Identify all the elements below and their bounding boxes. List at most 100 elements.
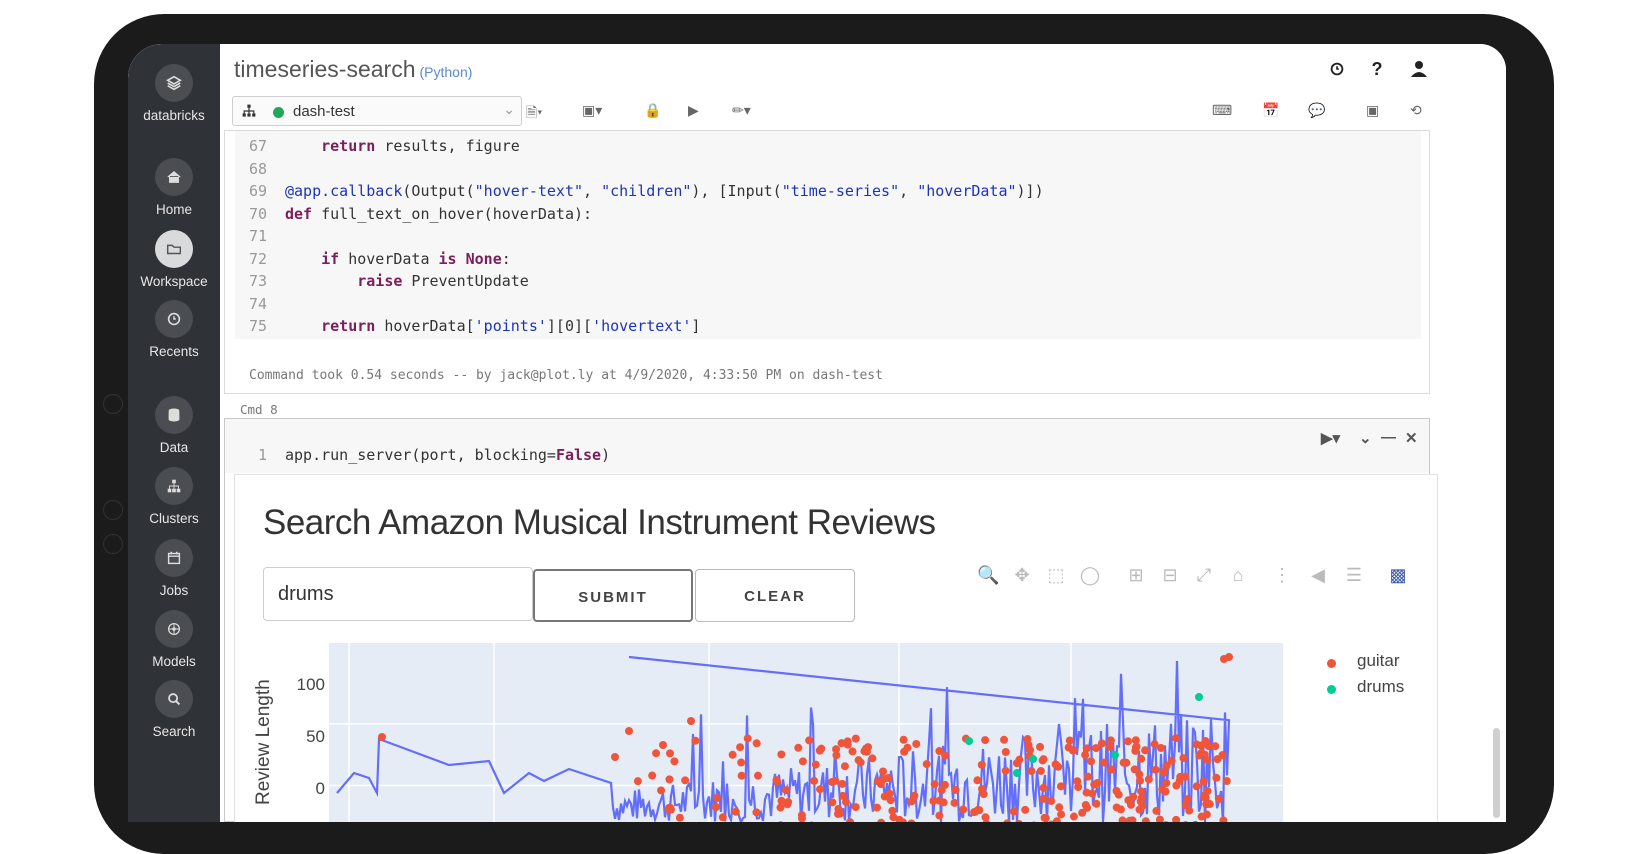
guitar-point[interactable] <box>1026 746 1034 754</box>
guitar-point[interactable] <box>1010 807 1018 815</box>
guitar-point[interactable] <box>879 767 887 775</box>
guitar-point[interactable] <box>900 736 908 744</box>
guitar-point[interactable] <box>1021 806 1029 814</box>
guitar-point[interactable] <box>1087 757 1095 765</box>
guitar-point[interactable] <box>1203 811 1211 819</box>
sidebar-item-recents[interactable]: Recents <box>128 300 220 359</box>
drums-point[interactable] <box>1029 755 1037 763</box>
guitar-point[interactable] <box>1015 756 1023 764</box>
guitar-point[interactable] <box>1112 787 1120 795</box>
guitar-point[interactable] <box>634 777 642 785</box>
guitar-point[interactable] <box>959 805 967 813</box>
guitar-point[interactable] <box>974 806 982 814</box>
guitar-point[interactable] <box>1119 816 1127 822</box>
code-editor[interactable]: 67 return results, figure6869@app.callba… <box>235 131 1421 339</box>
guitar-point[interactable] <box>1163 762 1171 770</box>
plot-area[interactable] <box>329 643 1283 822</box>
guitar-point[interactable] <box>1172 781 1180 789</box>
guitar-point[interactable] <box>1070 813 1078 821</box>
guitar-point[interactable] <box>935 812 943 820</box>
box-select-icon[interactable]: ⬚ <box>1045 565 1067 587</box>
notebook-title[interactable]: timeseries-search(Python) <box>234 56 472 83</box>
guitar-point[interactable] <box>816 785 824 793</box>
guitar-point[interactable] <box>941 781 949 789</box>
guitar-point[interactable] <box>778 797 786 805</box>
guitar-point[interactable] <box>931 780 939 788</box>
guitar-point[interactable] <box>842 798 850 806</box>
guitar-point[interactable] <box>1182 801 1190 809</box>
guitar-point[interactable] <box>754 772 762 780</box>
guitar-point[interactable] <box>852 803 860 811</box>
zoom-out-icon[interactable]: ⊟ <box>1159 565 1181 587</box>
guitar-point[interactable] <box>1156 816 1164 822</box>
guitar-point[interactable] <box>648 772 656 780</box>
revision-history-icon[interactable]: ⟲ <box>1410 102 1422 119</box>
guitar-point[interactable] <box>1093 779 1101 787</box>
guitar-point[interactable] <box>1127 801 1135 809</box>
guitar-point[interactable] <box>1179 754 1187 762</box>
autoscale-icon[interactable]: ⤢ <box>1193 565 1215 587</box>
user-icon[interactable] <box>1408 58 1430 80</box>
guitar-point[interactable] <box>1039 756 1047 764</box>
lasso-select-icon[interactable]: ◯ <box>1079 565 1101 587</box>
spike-lines-icon[interactable]: ⋮ <box>1271 565 1293 587</box>
history-icon[interactable] <box>1326 58 1348 80</box>
scrollbar[interactable] <box>1493 728 1500 818</box>
guitar-point[interactable] <box>729 751 737 759</box>
hover-closest-icon[interactable]: ◀ <box>1307 565 1329 587</box>
guitar-point[interactable] <box>1107 736 1115 744</box>
legend-item-drums[interactable]: drums <box>1357 677 1404 697</box>
guitar-point[interactable] <box>912 740 920 748</box>
guitar-point[interactable] <box>973 776 981 784</box>
guitar-point[interactable] <box>1197 742 1205 750</box>
guitar-point[interactable] <box>831 777 839 785</box>
reset-axes-icon[interactable]: ⌂ <box>1227 565 1249 587</box>
guitar-point[interactable] <box>1145 775 1153 783</box>
chevron-down-icon[interactable]: ⌄ <box>1359 429 1372 447</box>
guitar-point[interactable] <box>1136 777 1144 785</box>
guitar-point[interactable] <box>810 777 818 785</box>
guitar-point[interactable] <box>940 798 948 806</box>
guitar-point[interactable] <box>1037 767 1045 775</box>
guitar-point[interactable] <box>844 741 852 749</box>
guitar-point[interactable] <box>980 790 988 798</box>
guitar-point[interactable] <box>794 744 802 752</box>
guitar-point[interactable] <box>1065 744 1073 752</box>
guitar-point[interactable] <box>1204 787 1212 795</box>
sidebar-item-workspace[interactable]: Workspace <box>128 230 220 289</box>
guitar-point[interactable] <box>1215 795 1223 803</box>
guitar-point[interactable] <box>744 734 752 742</box>
run-all-icon[interactable]: ▶ <box>688 102 699 119</box>
guitar-point[interactable] <box>1057 782 1065 790</box>
drums-point[interactable] <box>1013 769 1021 777</box>
guitar-point[interactable] <box>782 786 790 794</box>
experiment-icon[interactable]: ▣ <box>1366 102 1379 119</box>
guitar-point[interactable] <box>1131 747 1139 755</box>
schedule-icon[interactable]: 📅 <box>1262 102 1279 119</box>
guitar-point[interactable] <box>817 745 825 753</box>
guitar-point[interactable] <box>952 786 960 794</box>
guitar-point[interactable] <box>1041 814 1049 822</box>
guitar-point[interactable] <box>1040 784 1048 792</box>
guitar-point[interactable] <box>1162 779 1170 787</box>
sidebar-item-brand[interactable]: databricks <box>128 64 220 123</box>
guitar-point[interactable] <box>657 786 665 794</box>
guitar-point[interactable] <box>1084 773 1092 781</box>
guitar-point[interactable] <box>776 804 784 812</box>
guitar-point[interactable] <box>852 735 860 743</box>
guitar-point[interactable] <box>929 797 937 805</box>
comments-icon[interactable]: 💬 <box>1308 102 1325 119</box>
guitar-point[interactable] <box>812 761 820 769</box>
guitar-point[interactable] <box>1092 744 1100 752</box>
guitar-point[interactable] <box>753 739 761 747</box>
guitar-point[interactable] <box>1193 782 1201 790</box>
guitar-point[interactable] <box>732 808 740 816</box>
guitar-point[interactable] <box>1002 767 1010 775</box>
permissions-lock-icon[interactable]: 🔒 <box>644 102 661 119</box>
drums-point[interactable] <box>1195 693 1203 701</box>
guitar-point[interactable] <box>777 750 785 758</box>
zoom-in-icon[interactable]: ⊞ <box>1125 565 1147 587</box>
guitar-point[interactable] <box>1083 789 1091 797</box>
guitar-point[interactable] <box>1124 737 1132 745</box>
guitar-point[interactable] <box>736 743 744 751</box>
